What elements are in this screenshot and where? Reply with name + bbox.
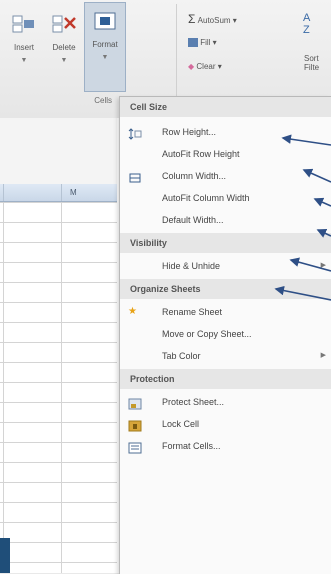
cell-grid[interactable]: [0, 202, 117, 573]
column-divider: [3, 184, 4, 201]
format-cells-item[interactable]: Format Cells...: [120, 435, 331, 457]
autofit-row-height-item[interactable]: AutoFit Row Height: [120, 143, 331, 165]
format-cells-icon: [128, 440, 142, 454]
accent-bar: [0, 538, 10, 573]
autofit-column-width-item[interactable]: AutoFit Column Width: [120, 187, 331, 209]
submenu-arrow-icon: ▶: [320, 352, 326, 359]
visibility-header: Visibility: [120, 233, 331, 253]
sigma-icon: Σ: [188, 12, 196, 26]
insert-button[interactable]: Insert ▼: [4, 6, 44, 86]
protect-sheet-label: Protect Sheet...: [162, 397, 225, 407]
lock-cell-item[interactable]: Lock Cell: [120, 413, 331, 435]
format-icon: [92, 9, 118, 35]
filter-label: Filte: [304, 63, 320, 72]
cell-size-header: Cell Size: [120, 97, 331, 117]
sort-filter-button[interactable]: Sort Filte: [304, 54, 319, 72]
format-label: Format: [92, 40, 118, 49]
row-height-icon: [128, 126, 142, 140]
move-copy-sheet-label: Move or Copy Sheet...: [162, 329, 252, 339]
ribbon-divider: [176, 4, 177, 108]
fill-down-icon: [188, 38, 198, 48]
cells-group-label: Cells: [94, 96, 112, 105]
sort-label: Sort: [304, 54, 319, 63]
rename-sheet-item[interactable]: ★ Rename Sheet: [120, 301, 331, 323]
insert-cells-icon: [11, 12, 37, 38]
lock-icon: [128, 418, 142, 432]
protection-header: Protection: [120, 369, 331, 389]
fill-label: Fill: [200, 38, 211, 47]
default-width-label: Default Width...: [162, 215, 224, 225]
autosum-button[interactable]: Σ AutoSum ▾: [188, 12, 237, 26]
delete-button[interactable]: Delete ▼: [44, 6, 84, 86]
protect-sheet-item[interactable]: Protect Sheet...: [120, 391, 331, 413]
chevron-down-icon: ▼: [20, 57, 28, 64]
tab-color-item[interactable]: Tab Color ▶: [120, 345, 331, 367]
column-width-item[interactable]: Column Width...: [120, 165, 331, 187]
rename-sheet-label: Rename Sheet: [162, 307, 223, 317]
autofit-row-height-label: AutoFit Row Height: [162, 149, 240, 159]
fill-button[interactable]: Fill ▾: [188, 38, 217, 48]
lock-cell-label: Lock Cell: [162, 419, 200, 429]
submenu-arrow-icon: ▶: [320, 262, 326, 269]
delete-label: Delete: [52, 43, 76, 52]
column-width-icon: [128, 170, 142, 183]
clear-label: Clear: [196, 62, 216, 71]
format-cells-label: Format Cells...: [162, 441, 221, 451]
column-header: M: [0, 184, 117, 202]
autofit-column-width-label: AutoFit Column Width: [162, 193, 250, 203]
star-icon: ★: [128, 306, 137, 317]
chevron-down-icon: ▼: [101, 54, 109, 61]
format-dropdown-menu: Cell Size Row Height... AutoFit Row Heig…: [119, 96, 331, 574]
organize-sheets-header: Organize Sheets: [120, 279, 331, 299]
chevron-down-icon: ▼: [60, 57, 68, 64]
column-width-label: Column Width...: [162, 171, 227, 181]
default-width-item[interactable]: Default Width...: [120, 209, 331, 231]
insert-label: Insert: [13, 43, 34, 52]
autosum-label: AutoSum: [197, 16, 231, 25]
sort-az-icon: AZ: [303, 12, 311, 36]
row-height-label: Row Height...: [162, 127, 217, 137]
hide-unhide-label: Hide & Unhide: [162, 261, 221, 271]
column-m-header[interactable]: M: [70, 188, 77, 197]
move-copy-sheet-item[interactable]: Move or Copy Sheet...: [120, 323, 331, 345]
hide-unhide-item[interactable]: Hide & Unhide ▶: [120, 255, 331, 277]
clear-button[interactable]: ◆ Clear ▾: [188, 62, 222, 71]
row-height-item[interactable]: Row Height...: [120, 121, 331, 143]
protect-sheet-icon: [128, 396, 142, 410]
tab-color-label: Tab Color: [162, 351, 201, 361]
format-button[interactable]: Format ▼: [84, 2, 126, 92]
formula-bar-area: [0, 118, 117, 185]
delete-cells-icon: [51, 12, 77, 38]
column-divider: [61, 184, 62, 201]
eraser-icon: ◆: [188, 62, 195, 71]
